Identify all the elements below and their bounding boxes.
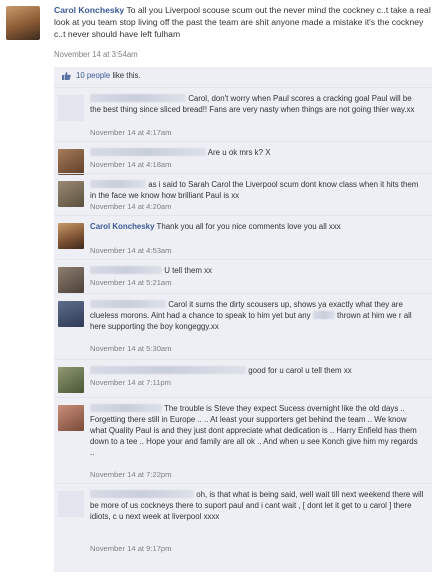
redacted-name — [90, 366, 246, 374]
redacted-name — [90, 180, 146, 188]
comment-text: good for u carol u tell them xx — [248, 366, 352, 375]
commenter-avatar[interactable] — [58, 301, 84, 327]
likes-count-link[interactable]: 10 people — [76, 71, 110, 80]
comment-body: Carol it sums the dirty scousers up, sho… — [90, 299, 424, 332]
redacted-name — [90, 266, 162, 274]
comment-text: Thank you all for you nice comments love… — [156, 222, 341, 231]
post-body: Carol Konchesky To all you Liverpool sco… — [54, 4, 434, 40]
commenter-avatar[interactable] — [58, 149, 84, 175]
redacted-name — [90, 404, 162, 412]
comment-text: Are u ok mrs k? X — [207, 148, 271, 157]
comment-item: Are u ok mrs k? X November 14 at 4:18am — [54, 141, 432, 175]
comment-item: U tell them xx November 14 at 5:21am — [54, 259, 432, 293]
comment-timestamp[interactable]: November 14 at 5:30am — [90, 344, 171, 353]
commenter-avatar[interactable] — [58, 95, 84, 121]
commenter-avatar[interactable] — [58, 367, 84, 393]
status-post: Carol Konchesky To all you Liverpool sco… — [0, 0, 439, 60]
post-timestamp[interactable]: November 14 at 3:54am — [54, 50, 138, 59]
comment-body: The trouble is Steve they expect Sucess … — [90, 403, 424, 458]
comment-item: Carol it sums the dirty scousers up, sho… — [54, 293, 432, 359]
comment-body: Are u ok mrs k? X — [90, 147, 424, 158]
comment-body: oh, is that what is being said, well wai… — [90, 489, 424, 522]
comment-item: as i said to Sarah Carol the Liverpool s… — [54, 173, 432, 215]
comment-body: Carol Konchesky Thank you all for you ni… — [90, 221, 424, 232]
comment-text: U tell them xx — [164, 266, 212, 275]
redacted-name — [90, 490, 194, 498]
comment-body: as i said to Sarah Carol the Liverpool s… — [90, 179, 424, 201]
comment-timestamp[interactable]: November 14 at 4:18am — [90, 160, 171, 169]
post-author-link[interactable]: Carol Konchesky — [54, 5, 124, 15]
commenter-avatar[interactable] — [58, 223, 84, 249]
author-avatar[interactable] — [6, 6, 40, 40]
comments-panel: 10 people like this. Carol, don't worry … — [54, 67, 432, 572]
comment-body: U tell them xx — [90, 265, 424, 276]
comment-item: Carol, don't worry when Paul scores a cr… — [54, 87, 432, 141]
likes-suffix: like this. — [112, 71, 141, 80]
redacted-name — [90, 300, 166, 308]
comment-body: good for u carol u tell them xx — [90, 365, 424, 376]
commenter-avatar[interactable] — [58, 267, 84, 293]
redacted-text — [312, 311, 335, 319]
redacted-name — [90, 148, 206, 156]
comment-timestamp[interactable]: November 14 at 5:21am — [90, 278, 171, 287]
comment-item: good for u carol u tell them xx November… — [54, 359, 432, 397]
commenter-avatar[interactable] — [58, 491, 84, 517]
comment-body: Carol, don't worry when Paul scores a cr… — [90, 93, 424, 115]
comment-timestamp[interactable]: November 14 at 4:20am — [90, 202, 171, 211]
comment-item: Carol Konchesky Thank you all for you ni… — [54, 215, 432, 259]
comment-timestamp[interactable]: November 14 at 7:22pm — [90, 470, 171, 479]
likes-summary: 10 people like this. — [76, 71, 141, 80]
redacted-name — [90, 94, 186, 102]
comment-timestamp[interactable]: November 14 at 7:11pm — [90, 378, 171, 387]
comment-timestamp[interactable]: November 14 at 4:17am — [90, 128, 171, 137]
comment-author-link[interactable]: Carol Konchesky — [90, 222, 154, 231]
comment-item: oh, is that what is being said, well wai… — [54, 483, 432, 572]
likes-row: 10 people like this. — [54, 67, 432, 85]
comment-timestamp[interactable]: November 14 at 9:17pm — [90, 544, 171, 553]
commenter-avatar[interactable] — [58, 181, 84, 207]
thumbs-up-icon — [61, 71, 71, 81]
comment-item: The trouble is Steve they expect Sucess … — [54, 397, 432, 483]
commenter-avatar[interactable] — [58, 405, 84, 431]
comment-timestamp[interactable]: November 14 at 4:53am — [90, 246, 171, 255]
